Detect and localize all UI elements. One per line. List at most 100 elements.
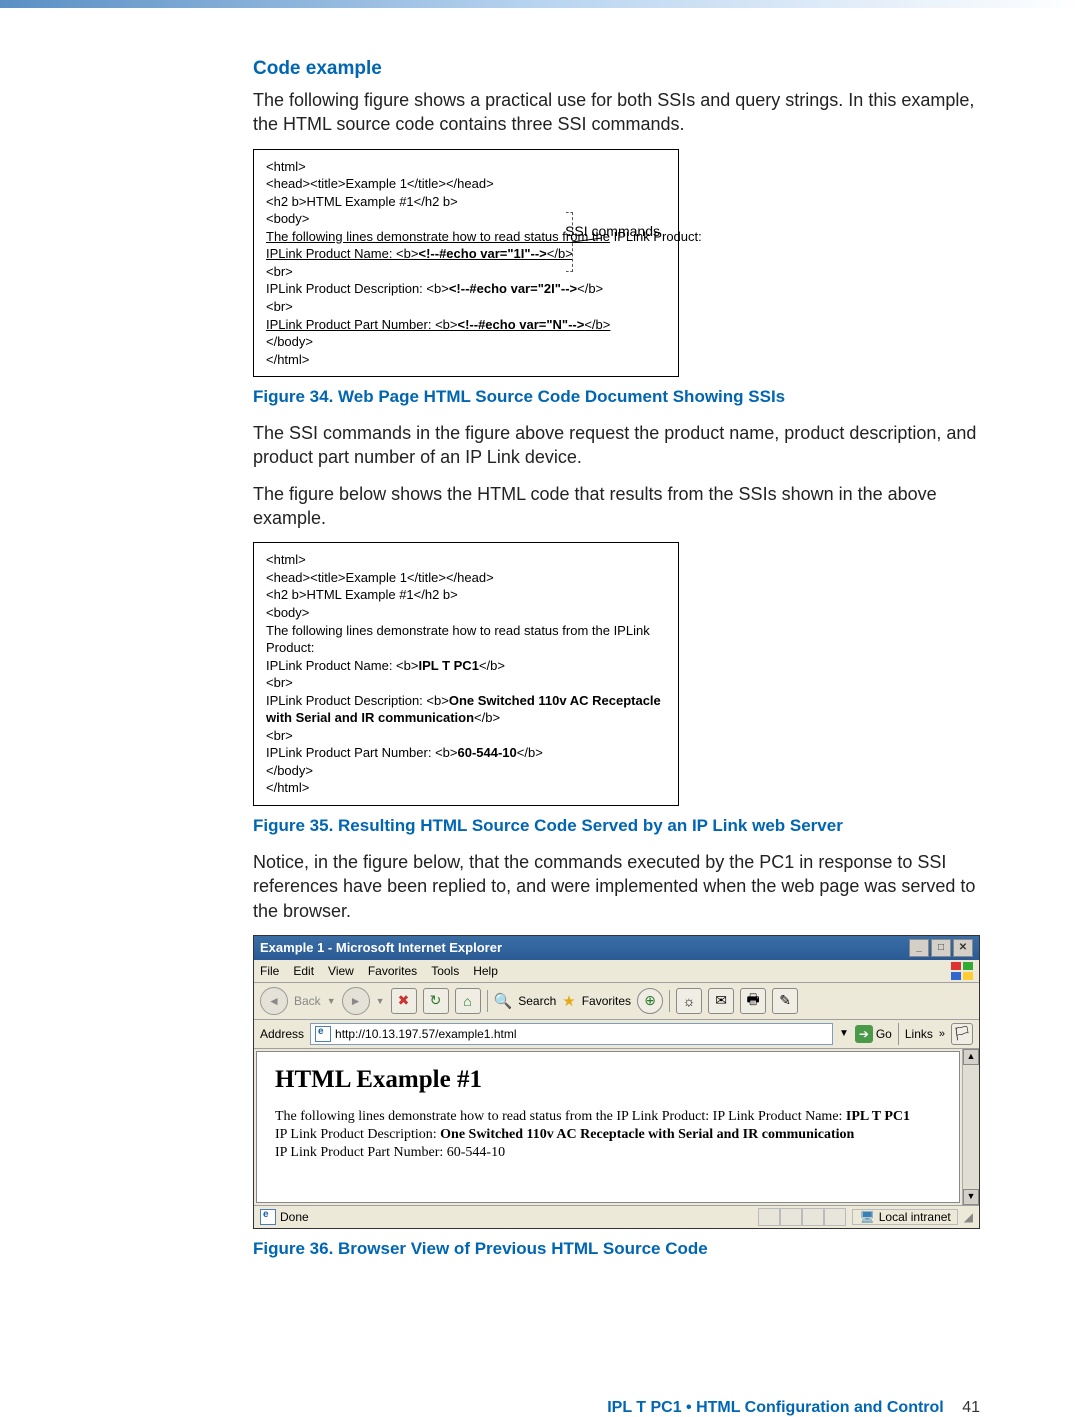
resize-grip-icon[interactable]: ◢ [964,1210,973,1224]
paragraph: The figure below shows the HTML code tha… [253,482,980,531]
figure-35-box: <html> <head><title>Example 1</title></h… [253,542,679,806]
address-input[interactable]: http://10.13.197.57/example1.html [310,1023,833,1045]
expand-icon[interactable]: » [939,1028,945,1040]
favorites-label[interactable]: Favorites [582,994,631,1008]
address-label: Address [260,1027,304,1041]
separator [669,990,670,1012]
vertical-scrollbar[interactable]: ▲ ▼ [962,1049,979,1206]
code-line: <head><title>Example 1</title></head> [266,569,666,587]
code-line: <html> [266,158,666,176]
back-button[interactable]: ◄ [260,987,288,1015]
annotation-line-icon [572,236,602,248]
windows-logo-icon [951,962,973,980]
zone-icon: 🖥 [859,1210,874,1224]
maximize-button[interactable]: □ [931,939,951,957]
window-title: Example 1 - Microsoft Internet Explorer [260,940,502,955]
scroll-down-button[interactable]: ▼ [963,1189,979,1205]
links-label[interactable]: Links [905,1027,933,1041]
menu-view[interactable]: View [328,964,354,978]
scroll-up-button[interactable]: ▲ [963,1049,979,1065]
menu-edit[interactable]: Edit [293,964,314,978]
page-viewport: HTML Example #1 The following lines demo… [254,1049,979,1206]
dropdown-icon[interactable]: ▼ [376,996,385,1006]
mail-button[interactable]: ✉ [708,988,734,1014]
rendered-page: HTML Example #1 The following lines demo… [256,1051,960,1204]
code-line: <h2 b>HTML Example #1</h2 b> [266,586,666,604]
status-cell [824,1208,846,1226]
status-cell [780,1208,802,1226]
status-cell [758,1208,780,1226]
status-cell [802,1208,824,1226]
forward-button[interactable]: ► [342,987,370,1015]
go-button[interactable]: ➔ Go [855,1025,892,1043]
separator [898,1023,899,1045]
code-line: </html> [266,779,666,797]
paragraph: The SSI commands in the figure above req… [253,421,980,470]
menu-tools[interactable]: Tools [431,964,459,978]
menu-favorites[interactable]: Favorites [368,964,417,978]
code-line: IPLink Product Description: <b>One Switc… [266,692,666,727]
page-content: Code example The following figure shows … [253,58,980,1259]
page-icon [260,1209,276,1225]
footer-text: IPL T PC1 • HTML Configuration and Contr… [607,1399,944,1416]
code-line: IPLink Product Name: <b>IPL T PC1</b> [266,657,666,675]
code-line: <br> [266,674,666,692]
code-line: IPLink Product Description: <b><!--#echo… [266,280,666,298]
browser-window: Example 1 - Microsoft Internet Explorer … [253,935,980,1230]
refresh-button[interactable]: ↻ [423,988,449,1014]
edit-button[interactable]: ✎ [772,988,798,1014]
minimize-button[interactable]: _ [909,939,929,957]
window-buttons: _ □ ✕ [909,939,973,957]
code-line: IPLink Product Part Number: <b>60-544-10… [266,744,666,762]
history-button[interactable]: ☼ [676,988,702,1014]
code-line: <h2 b>HTML Example #1</h2 b> [266,193,666,211]
code-line: IPLink Product Part Number: <b><!--#echo… [266,316,666,334]
menu-bar: File Edit View Favorites Tools Help [254,961,945,981]
page-number: 41 [962,1399,980,1416]
menu-file[interactable]: File [260,964,279,978]
go-icon: ➔ [855,1025,873,1043]
back-label[interactable]: Back [294,994,321,1008]
status-text: Done [280,1210,309,1224]
print-button[interactable]: 🖶 [740,988,766,1014]
dropdown-icon[interactable]: ▼ [839,1028,849,1039]
code-line: IPLink Product Name: <b><!--#echo var="1… [266,245,666,263]
page-footer: IPL T PC1 • HTML Configuration and Contr… [0,1399,980,1417]
code-line: <br> [266,263,666,281]
page-icon [315,1026,331,1042]
url-text: http://10.13.197.57/example1.html [335,1027,516,1041]
page-body: The following lines demonstrate how to r… [275,1108,941,1163]
address-bar: Address http://10.13.197.57/example1.htm… [254,1020,979,1049]
extra-button[interactable]: 🏳 [951,1023,973,1045]
code-line: <html> [266,551,666,569]
search-icon[interactable]: 🔍 [494,992,513,1010]
title-bar[interactable]: Example 1 - Microsoft Internet Explorer … [254,936,979,960]
figure-36-caption: Figure 36. Browser View of Previous HTML… [253,1239,980,1259]
code-line: The following lines demonstrate how to r… [266,622,666,657]
favorites-icon[interactable]: ★ [562,992,575,1010]
code-line: <head><title>Example 1</title></head> [266,175,666,193]
toolbar: ◄ Back ▼ ► ▼ ✖ ↻ ⌂ 🔍 Search ★ Favorites … [254,983,979,1020]
code-line: <br> [266,727,666,745]
menu-help[interactable]: Help [473,964,498,978]
page-heading: HTML Example #1 [275,1066,941,1094]
status-bar: Done 🖥 Local intranet ◢ [254,1205,979,1228]
paragraph: Notice, in the figure below, that the co… [253,850,980,923]
search-label[interactable]: Search [518,994,556,1008]
figure-34-box: <html> <head><title>Example 1</title></h… [253,149,679,378]
home-button[interactable]: ⌂ [455,988,481,1014]
code-line: <body> [266,604,666,622]
stop-button[interactable]: ✖ [391,988,417,1014]
code-line: </html> [266,351,666,369]
dropdown-icon[interactable]: ▼ [327,996,336,1006]
intro-paragraph: The following figure shows a practical u… [253,88,980,137]
security-zone: Local intranet [879,1210,951,1224]
section-heading: Code example [253,58,980,80]
close-button[interactable]: ✕ [953,939,973,957]
code-line: </body> [266,762,666,780]
code-line: <br> [266,298,666,316]
figure-34-caption: Figure 34. Web Page HTML Source Code Doc… [253,387,980,407]
media-button[interactable]: ⊕ [637,988,663,1014]
code-line: </body> [266,333,666,351]
page-top-accent [0,0,1080,8]
